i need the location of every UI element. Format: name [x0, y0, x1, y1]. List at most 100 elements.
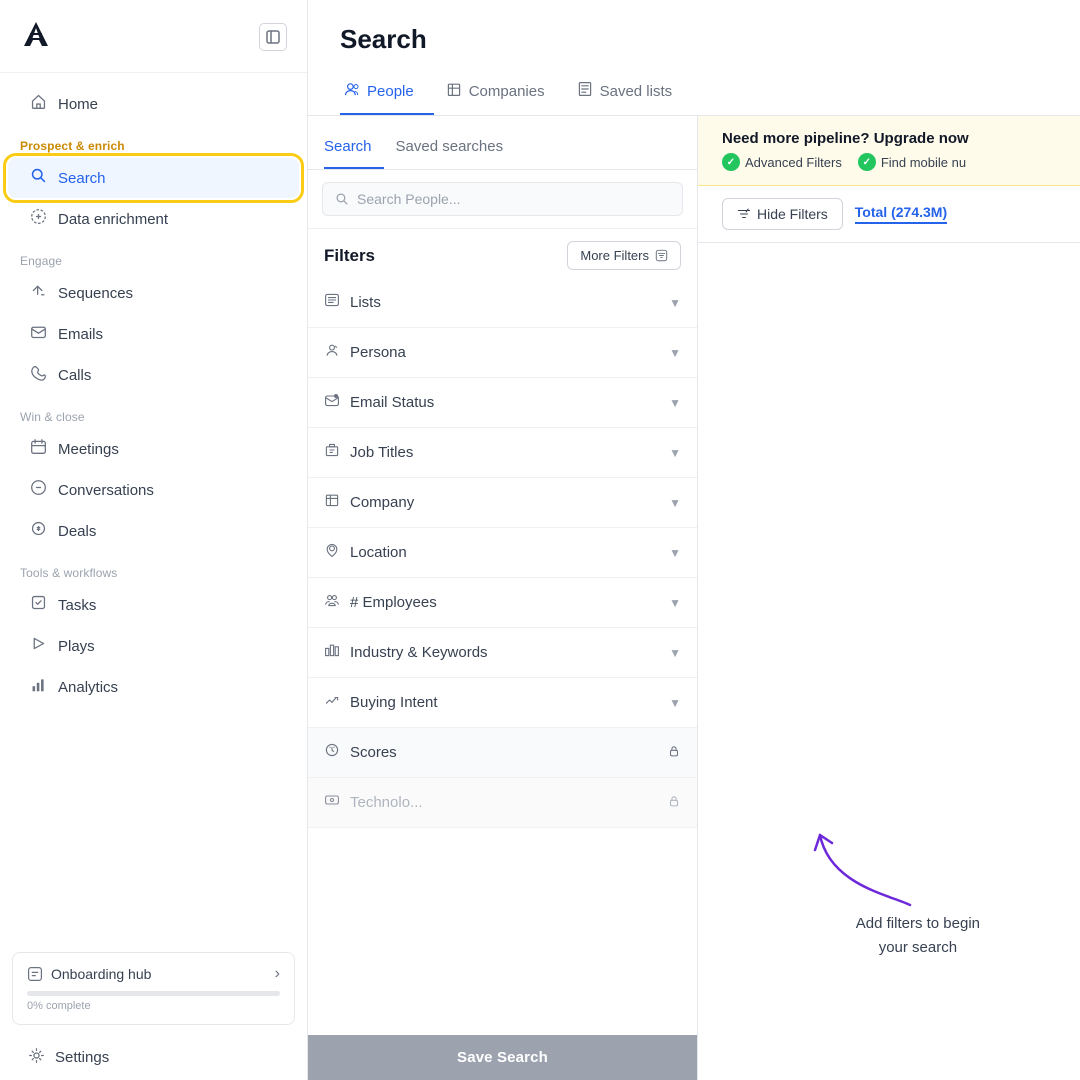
sidebar: Home Prospect & enrich Search Data enric… [0, 0, 308, 1080]
section-prospect-enrich: Prospect & enrich [0, 125, 307, 157]
sidebar-item-calls-label: Calls [58, 367, 91, 384]
industry-filter-arrow: ▼ [669, 646, 681, 660]
section-engage: Engage [0, 240, 307, 272]
hide-filters-button[interactable]: Hide Filters [722, 198, 843, 230]
section-win-close: Win & close [0, 396, 307, 428]
sidebar-nav: Home Prospect & enrich Search Data enric… [0, 73, 307, 942]
main-content: Search People Companies Save [308, 0, 1080, 1080]
total-badge[interactable]: Total (274.3M) [855, 204, 947, 224]
buying-intent-filter-label: Buying Intent [350, 694, 438, 711]
lists-filter-icon [324, 292, 340, 313]
upgrade-text: Need more pipeline? Upgrade now [722, 130, 1056, 147]
technologies-filter-label: Technolo... [350, 794, 423, 811]
badge-mobile-label: Find mobile nu [881, 155, 966, 170]
filter-item-employees[interactable]: # Employees ▼ [308, 578, 697, 628]
companies-tab-icon [446, 81, 462, 101]
sidebar-item-tasks[interactable]: Tasks [8, 585, 299, 625]
sidebar-item-data-enrichment-label: Data enrichment [58, 211, 168, 228]
job-titles-filter-label: Job Titles [350, 444, 413, 461]
persona-filter-icon [324, 342, 340, 363]
sidebar-item-search[interactable]: Search [8, 158, 299, 198]
sidebar-item-plays-label: Plays [58, 638, 95, 655]
sidebar-item-sequences-label: Sequences [58, 285, 133, 302]
industry-filter-label: Industry & Keywords [350, 644, 488, 661]
filter-item-job-titles[interactable]: Job Titles ▼ [308, 428, 697, 478]
subtab-saved-searches[interactable]: Saved searches [396, 130, 516, 169]
results-panel: Need more pipeline? Upgrade now ✓ Advanc… [698, 116, 1080, 1080]
tab-saved-lists-label: Saved lists [600, 83, 673, 100]
company-filter-icon [324, 492, 340, 513]
sequences-icon [28, 282, 48, 304]
tabs: People Companies Saved lists [340, 71, 1048, 115]
results-toolbar: Hide Filters Total (274.3M) [698, 186, 1080, 243]
sidebar-item-data-enrichment[interactable]: Data enrichment [8, 199, 299, 239]
filter-item-email-status[interactable]: Email Status ▼ [308, 378, 697, 428]
scores-filter-icon [324, 742, 340, 763]
sidebar-logo [0, 0, 307, 73]
home-icon [28, 93, 48, 115]
sidebar-item-meetings[interactable]: Meetings [8, 429, 299, 469]
sidebar-item-emails-label: Emails [58, 326, 103, 343]
upgrade-badges: ✓ Advanced Filters ✓ Find mobile nu [722, 153, 1056, 171]
buying-intent-filter-icon [324, 692, 340, 713]
filter-item-persona[interactable]: Persona ▼ [308, 328, 697, 378]
sidebar-item-deals[interactable]: Deals [8, 511, 299, 551]
search-people-input[interactable] [357, 191, 670, 207]
onboarding-hub[interactable]: Onboarding hub › 0% complete [12, 952, 295, 1025]
sidebar-item-conversations[interactable]: Conversations [8, 470, 299, 510]
technologies-lock-icon [667, 794, 681, 811]
sidebar-item-sequences[interactable]: Sequences [8, 273, 299, 313]
sidebar-item-analytics-label: Analytics [58, 679, 118, 696]
onboarding-arrow-icon: › [275, 965, 280, 983]
badge-check-1: ✓ [722, 153, 740, 171]
scores-filter-label: Scores [350, 744, 397, 761]
tab-companies-label: Companies [469, 83, 545, 100]
upgrade-banner: Need more pipeline? Upgrade now ✓ Advanc… [698, 116, 1080, 186]
conversations-icon [28, 479, 48, 501]
people-tab-icon [344, 81, 360, 101]
section-tools-workflows: Tools & workflows [0, 552, 307, 584]
filter-item-location[interactable]: Location ▼ [308, 528, 697, 578]
location-filter-label: Location [350, 544, 407, 561]
badge-advanced-label: Advanced Filters [745, 155, 842, 170]
tab-saved-lists[interactable]: Saved lists [573, 71, 693, 115]
plays-icon [28, 635, 48, 657]
empty-hint-line2: your search [856, 936, 980, 960]
job-titles-filter-icon [324, 442, 340, 463]
company-filter-arrow: ▼ [669, 496, 681, 510]
tab-people[interactable]: People [340, 71, 434, 115]
calls-icon [28, 364, 48, 386]
filter-item-scores[interactable]: Scores [308, 728, 697, 778]
sidebar-item-settings[interactable]: Settings [8, 1037, 299, 1078]
save-search-button[interactable]: Save Search [308, 1035, 697, 1080]
settings-label: Settings [55, 1049, 109, 1066]
more-filters-button[interactable]: More Filters [567, 241, 681, 270]
app-logo [20, 18, 52, 56]
filter-item-company[interactable]: Company ▼ [308, 478, 697, 528]
buying-intent-filter-arrow: ▼ [669, 696, 681, 710]
filter-subtabs: Search Saved searches [308, 116, 697, 170]
settings-icon [28, 1047, 45, 1068]
employees-filter-label: # Employees [350, 594, 437, 611]
page-title: Search [340, 24, 1048, 55]
subtab-search[interactable]: Search [324, 130, 384, 169]
filter-item-industry[interactable]: Industry & Keywords ▼ [308, 628, 697, 678]
progress-label: 0% complete [27, 1000, 280, 1012]
search-icon [28, 167, 48, 189]
sidebar-item-analytics[interactable]: Analytics [8, 667, 299, 707]
tab-companies[interactable]: Companies [442, 71, 565, 115]
employees-filter-icon [324, 592, 340, 613]
sidebar-item-search-label: Search [58, 170, 106, 187]
filter-item-buying-intent[interactable]: Buying Intent ▼ [308, 678, 697, 728]
sidebar-item-tasks-label: Tasks [58, 597, 96, 614]
location-filter-icon [324, 542, 340, 563]
filter-list: Lists ▼ Persona ▼ [308, 278, 697, 1035]
sidebar-item-home[interactable]: Home [8, 84, 299, 124]
sidebar-item-emails[interactable]: Emails [8, 314, 299, 354]
sidebar-item-calls[interactable]: Calls [8, 355, 299, 395]
sidebar-item-plays[interactable]: Plays [8, 626, 299, 666]
lists-filter-arrow: ▼ [669, 296, 681, 310]
filter-item-technologies[interactable]: Technolo... [308, 778, 697, 828]
collapse-sidebar-button[interactable] [259, 23, 287, 51]
filter-item-lists[interactable]: Lists ▼ [308, 278, 697, 328]
